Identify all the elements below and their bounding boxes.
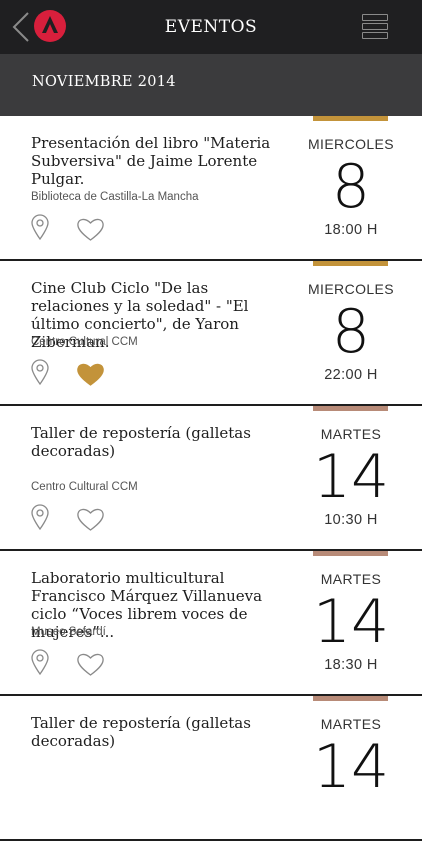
location-pin-icon[interactable] — [30, 504, 50, 530]
date-accent-bar — [313, 551, 388, 556]
event-list: Presentación del libro "Materia Subversi… — [0, 116, 422, 841]
location-pin-icon[interactable] — [30, 214, 50, 240]
location-pin-icon[interactable] — [30, 649, 50, 675]
event-title: Presentación del libro "Materia Subversi… — [31, 134, 271, 188]
event-venue: Centro Cultural CCM — [31, 336, 138, 348]
month-header: NOVIEMBRE 2014 — [0, 54, 422, 116]
heart-icon[interactable] — [76, 652, 105, 677]
date-accent-bar — [313, 116, 388, 121]
top-bar: EVENTOS — [0, 0, 422, 54]
event-date: 14 — [312, 442, 390, 512]
event-day: MARTES — [320, 716, 382, 732]
page-title: EVENTOS — [164, 17, 258, 37]
event-day: MIERCOLES — [307, 281, 395, 297]
heart-filled-icon[interactable] — [76, 362, 105, 387]
event-time: 22:00 H — [324, 367, 378, 383]
event-venue: Centro Cultural CCM — [31, 481, 138, 493]
event-day: MIERCOLES — [307, 136, 395, 152]
event-day: MARTES — [320, 571, 382, 587]
event-date: 14 — [312, 587, 390, 657]
event-item[interactable]: Taller de repostería (galletas decoradas… — [0, 696, 422, 841]
date-accent-bar — [313, 406, 388, 411]
event-date: 8 — [331, 297, 371, 367]
event-time: 18:30 H — [324, 657, 378, 673]
event-time: 18:00 H — [324, 222, 378, 238]
date-accent-bar — [313, 261, 388, 266]
hamburger-menu-icon[interactable] — [362, 14, 388, 40]
event-venue: Museo Sefardí — [31, 626, 106, 638]
location-pin-icon[interactable] — [30, 359, 50, 385]
event-venue: Biblioteca de Castilla-La Mancha — [31, 191, 199, 203]
event-item[interactable]: Laboratorio multicultural Francisco Márq… — [0, 551, 422, 696]
event-date: 8 — [331, 152, 371, 222]
event-item[interactable]: Taller de repostería (galletas decoradas… — [0, 406, 422, 551]
event-title: Taller de repostería (galletas decoradas… — [31, 714, 251, 750]
event-date: 14 — [312, 732, 390, 802]
event-item[interactable]: Presentación del libro "Materia Subversi… — [0, 116, 422, 261]
event-item[interactable]: Cine Club Ciclo "De las relaciones y la … — [0, 261, 422, 406]
date-accent-bar — [313, 696, 388, 701]
month-title: NOVIEMBRE 2014 — [32, 74, 176, 90]
heart-icon[interactable] — [76, 217, 105, 242]
heart-icon[interactable] — [76, 507, 105, 532]
event-title: Taller de repostería (galletas decoradas… — [31, 424, 251, 460]
event-day: MARTES — [320, 426, 382, 442]
event-time: 10:30 H — [324, 512, 378, 528]
